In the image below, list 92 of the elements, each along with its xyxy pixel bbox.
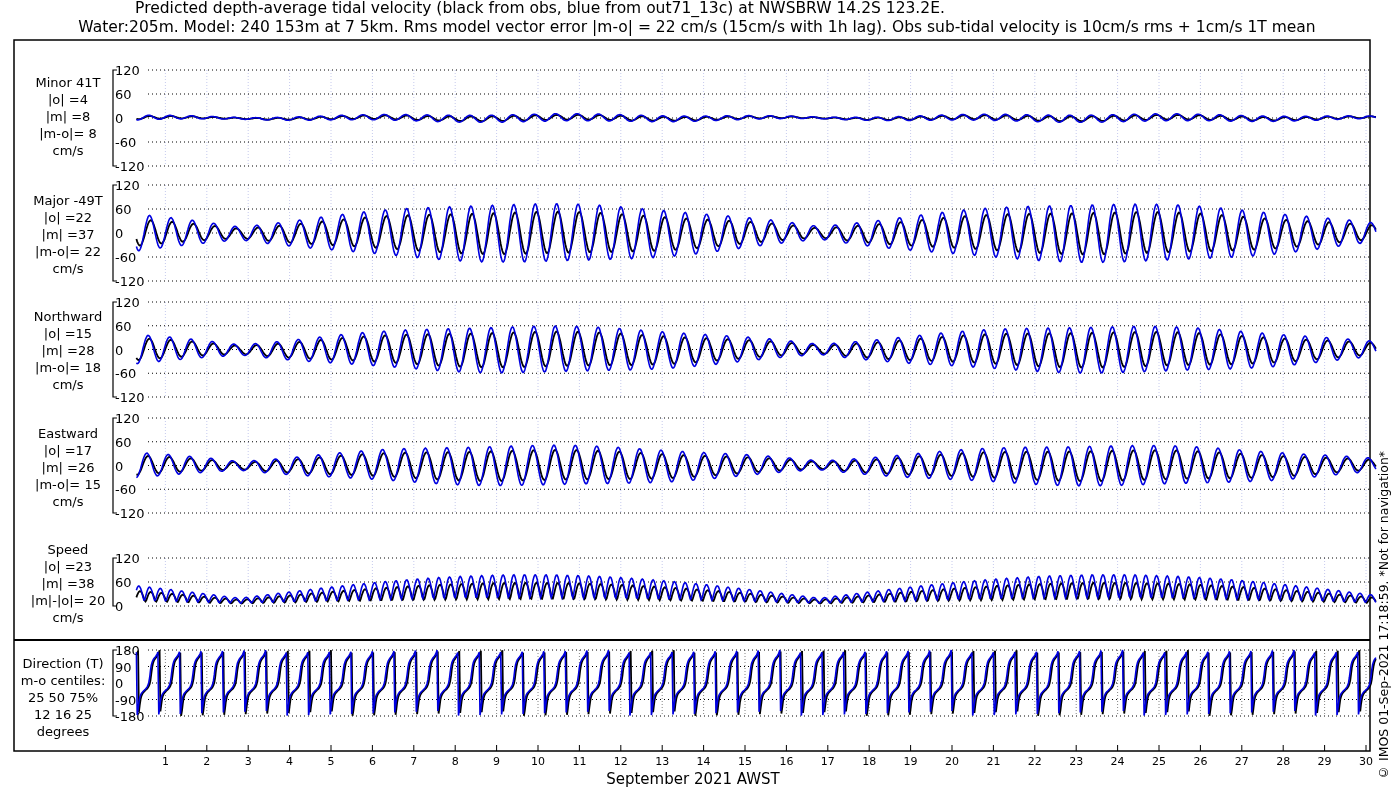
x-tick-label: 19 <box>903 755 918 768</box>
y-tick-label: -120 <box>115 274 145 289</box>
x-tick-label: 25 <box>1152 755 1166 768</box>
y-tick-label: 120 <box>115 411 140 426</box>
x-tick-label: 17 <box>820 755 835 768</box>
panel-label: cm/s <box>52 610 84 625</box>
y-tick-label: 60 <box>115 318 132 334</box>
y-tick-label: 0 <box>115 458 124 474</box>
x-tick-label: 14 <box>696 755 711 768</box>
y-tick-label: -90 <box>115 692 137 708</box>
x-tick-label: 15 <box>738 755 752 768</box>
y-tick-label: 120 <box>115 295 140 310</box>
x-tick-label: 21 <box>986 755 1001 768</box>
y-tick-label: 0 <box>115 342 124 358</box>
panel-label: 12 16 25 <box>34 707 92 722</box>
panel-label: |o| =22 <box>43 210 93 225</box>
x-tick-label: 8 <box>451 755 459 768</box>
x-tick-label: 13 <box>655 755 670 768</box>
panel-label: |m| =37 <box>41 227 95 242</box>
x-tick-label: 1 <box>161 755 169 768</box>
panel-label: cm/s <box>52 261 84 276</box>
panel-label: cm/s <box>52 143 84 158</box>
panel-label: |m| =28 <box>41 343 95 358</box>
x-tick-label: 7 <box>410 755 418 768</box>
panel-label: |m-o|= 18 <box>35 360 101 375</box>
x-tick-label: 20 <box>945 755 959 768</box>
panel-label: Direction (T) <box>22 656 104 671</box>
y-tick-label: 90 <box>115 659 132 675</box>
panel-label: |m-o|= 15 <box>35 477 101 492</box>
panel-label: |o| =17 <box>43 443 93 458</box>
panel-label: |o| =23 <box>43 559 93 574</box>
panel-label: Eastward <box>38 426 98 441</box>
panel-label: degrees <box>36 724 90 739</box>
panel-label: cm/s <box>52 377 84 392</box>
panel-label: |m|-|o|= 20 <box>30 593 106 608</box>
x-tick-label: 5 <box>327 755 335 768</box>
x-tick-label: 4 <box>286 755 294 768</box>
y-tick-label: -60 <box>115 482 137 498</box>
x-tick-label: 18 <box>862 755 877 768</box>
x-tick-label: 27 <box>1234 755 1249 768</box>
y-tick-label: 0 <box>115 226 124 241</box>
panel-label: |m-o|= 8 <box>39 126 97 141</box>
panel-label: |m| =26 <box>41 460 95 475</box>
y-tick-label: -120 <box>115 390 145 405</box>
y-tick-label: 0 <box>115 676 124 691</box>
y-tick-label: -60 <box>115 366 137 382</box>
x-axis-title: September 2021 AWST <box>606 770 780 788</box>
x-tick-label: 30 <box>1359 755 1373 768</box>
panel-label: cm/s <box>52 494 84 509</box>
y-tick-label: 0 <box>115 599 124 614</box>
panel-label: |m| =38 <box>41 576 95 591</box>
y-tick-label: 60 <box>115 202 132 217</box>
y-tick-label: 120 <box>115 63 140 78</box>
panel-label: |o| =15 <box>43 326 93 341</box>
x-tick-label: 24 <box>1110 755 1125 768</box>
panel-label: |m| =8 <box>45 109 91 124</box>
y-axis <box>112 557 118 607</box>
panel-label: Minor 41T <box>35 75 101 90</box>
x-tick-label: 6 <box>368 755 376 768</box>
panel-label: Northward <box>33 309 103 324</box>
x-tick-label: 12 <box>613 755 628 768</box>
chart-title: Water:205m. Model: 240 153m at 7 5km. Rms model vector error |m-o| = 22 cm/s (15cm/s with 1h lag). Obs sub-tidal velocity is 10cm/s rms + 1cm/s 1T mean <box>78 18 1316 36</box>
copyright-note: © IMOS 01-Sep-2021 17:18:59. *Not for navigation* <box>1375 449 1392 780</box>
x-tick-label: 2 <box>203 755 211 768</box>
y-tick-label: -120 <box>115 506 145 521</box>
x-tick-label: 22 <box>1027 755 1042 768</box>
x-tick-label: 11 <box>572 755 587 768</box>
y-tick-label: 120 <box>115 551 140 566</box>
panel-label: |o| =4 <box>48 92 88 107</box>
y-tick-label: -120 <box>115 159 145 174</box>
y-tick-label: -60 <box>115 250 137 265</box>
x-tick-label: 28 <box>1276 755 1291 768</box>
x-tick-label: 9 <box>493 755 501 768</box>
y-tick-label: 120 <box>115 178 140 193</box>
panel-label: Major -49T <box>33 193 103 208</box>
x-tick-label: 3 <box>244 755 252 768</box>
x-tick-label: 10 <box>531 755 545 768</box>
panel-label: m-o centiles: <box>20 673 106 688</box>
y-tick-label: 60 <box>115 434 132 450</box>
panel-label: Speed <box>47 542 89 557</box>
x-tick-label: 23 <box>1069 755 1084 768</box>
x-tick-label: 26 <box>1193 755 1208 768</box>
x-tick-label: 29 <box>1317 755 1332 768</box>
panel-label: 25 50 75% <box>27 690 99 705</box>
chart-title: Predicted depth-average tidal velocity (black from obs, blue from out71_13c) at NWSBRW 14.2S 123.2E. <box>135 0 945 17</box>
y-tick-label: 60 <box>115 87 132 102</box>
panel-label: |m-o|= 22 <box>35 244 101 259</box>
x-tick-label: 16 <box>779 755 794 768</box>
y-tick-label: 60 <box>115 575 132 590</box>
y-tick-label: -60 <box>115 135 137 150</box>
y-tick-label: 0 <box>115 111 124 126</box>
y-tick-label: -180 <box>115 709 145 724</box>
